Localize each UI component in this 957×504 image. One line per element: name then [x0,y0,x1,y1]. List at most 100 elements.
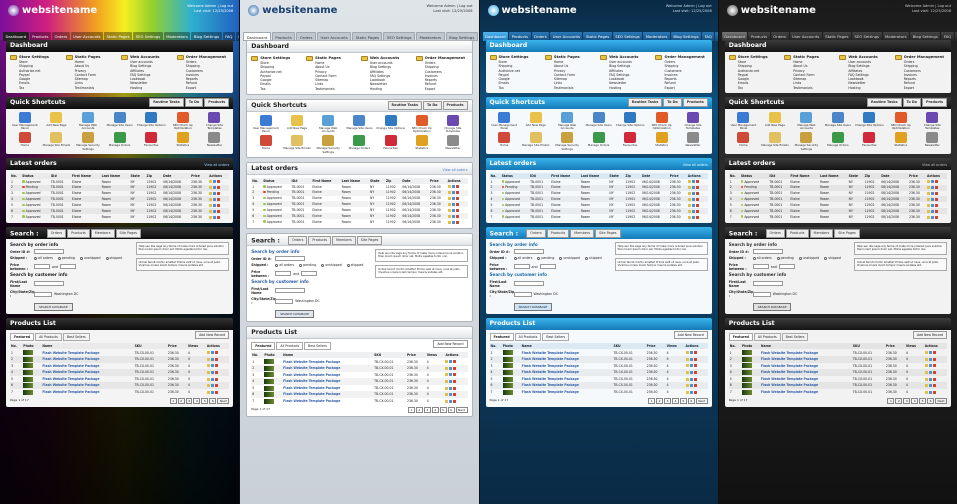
shipped-radio[interactable]: shipped [585,256,602,260]
product-name[interactable]: Flash Website Template Package [41,389,133,396]
edit-icon[interactable] [210,377,214,381]
order-row[interactable]: 7 Approved TB-0001 Elaine Rosen NY 11902 06/14/… [251,219,467,225]
search-tab[interactable]: Members [90,229,115,239]
price-max-input[interactable] [539,264,556,270]
edit-icon[interactable] [210,370,214,374]
search-tab[interactable]: Orders [288,236,308,246]
products-tab[interactable]: Best Sellers [62,332,90,342]
delete-icon[interactable] [693,390,697,394]
edit-icon[interactable] [213,203,217,207]
shortcut-item[interactable]: Favourites [615,132,644,150]
product-name[interactable]: Flash Website Template Package [282,398,373,405]
product-name[interactable]: Flash Website Template Package [760,389,852,396]
dashboard-column-title[interactable]: Store Settings [499,55,529,59]
product-name[interactable]: Flash Website Template Package [521,376,613,383]
page-link[interactable]: 2 [656,397,664,404]
edit-icon[interactable] [928,384,932,388]
shortcut-item[interactable]: Change Site Templates [918,112,947,130]
product-thumbnail[interactable] [264,385,275,391]
edit-icon[interactable] [213,215,217,219]
view-icon[interactable] [687,215,691,219]
product-row[interactable]: 3 Flash Website Template Package TB-CX-0… [251,372,467,379]
delete-icon[interactable] [932,384,936,388]
dashboard-column-title[interactable]: Static Pages [315,56,341,60]
order-row[interactable]: 7 Approved TB-0001 Elaine Rosen NY 11902 06/14/… [10,214,229,220]
shortcut-item[interactable]: Add New Page [760,112,789,130]
product-thumbnail[interactable] [23,350,34,356]
edit-icon[interactable] [930,197,934,201]
view-icon[interactable] [687,180,691,184]
delete-icon[interactable] [932,364,936,368]
product-thumbnail[interactable] [741,389,752,395]
edit-icon[interactable] [451,214,455,218]
view-icon[interactable] [445,379,449,383]
dashboard-link[interactable]: Hosting [130,86,174,90]
products-tab[interactable]: Featured [10,332,35,342]
delete-icon[interactable] [455,202,459,206]
search-tab[interactable]: Members [570,229,595,239]
shortcut-item[interactable]: Manage Site Emails [42,132,72,150]
shortcut-item[interactable]: Change Site Options [136,112,166,130]
page-link[interactable]: 6 [927,397,934,404]
search-tab[interactable]: Products [67,229,90,239]
edit-icon[interactable] [451,220,455,224]
view-icon[interactable] [685,370,689,374]
search-database-button[interactable]: SEARCH DATABASE [513,302,553,311]
edit-icon[interactable] [210,390,214,394]
shortcut-item[interactable]: Statistics [168,132,198,150]
shipped-radio[interactable]: all orders [752,256,772,260]
page-link[interactable]: 1 [169,397,177,404]
delete-icon[interactable] [934,209,938,213]
shortcut-item[interactable]: Manage Security Settings [73,132,103,150]
delete-icon[interactable] [217,197,221,201]
shortcut-item[interactable]: Manage Web Accounts [552,112,581,130]
edit-icon[interactable] [210,384,214,388]
dashboard-column-title[interactable]: Static Pages [554,55,580,59]
delete-icon[interactable] [214,390,218,394]
logo[interactable]: websitename [8,5,97,16]
page-link[interactable]: Next [455,406,468,413]
dashboard-column-title[interactable]: Order Management [664,55,704,59]
product-name[interactable]: Flash Website Template Package [282,372,373,379]
shortcut-item[interactable]: Change Site Options [376,115,405,133]
shortcut-item[interactable]: Statistics [407,135,436,153]
product-row[interactable]: 6 Flash Website Template Package TB-CX-0… [489,382,708,389]
dashboard-link[interactable]: Export [904,86,947,90]
product-row[interactable]: 2 Flash Website Template Package TB-CX-0… [10,355,230,363]
shortcut-item[interactable]: SEO Check Up Optimization [407,115,436,133]
delete-icon[interactable] [217,180,221,184]
product-thumbnail[interactable] [741,356,752,362]
logo[interactable]: websitename [248,5,337,16]
page-link[interactable]: 3 [185,397,193,404]
shortcut-item[interactable]: Add New Page [42,112,72,130]
edit-icon[interactable] [451,202,455,206]
shortcut-item[interactable]: Change Site Templates [438,115,467,133]
delete-icon[interactable] [695,215,699,219]
product-name[interactable]: Flash Website Template Package [282,385,373,392]
page-link[interactable]: 2 [177,397,185,404]
view-icon[interactable] [924,357,928,361]
product-name[interactable]: Flash Website Template Package [759,369,852,376]
shortcut-item[interactable]: Change Site Templates [678,112,707,130]
page-link[interactable]: 3 [903,397,911,404]
edit-icon[interactable] [213,192,217,195]
shortcuts-tab[interactable]: Routine Tasks [387,101,422,111]
product-row[interactable]: 3 Flash Website Template Package TB-CX-0… [729,363,947,370]
delete-icon[interactable] [455,197,459,200]
view-icon[interactable] [687,203,691,207]
dashboard-link[interactable]: Tax [19,86,63,90]
product-name[interactable]: Flash Website Template Package [520,382,613,389]
search-tab[interactable]: Members [332,236,356,246]
product-row[interactable]: 6 Flash Website Template Package TB-CX-0… [10,382,230,389]
order-id-input[interactable] [275,256,306,262]
product-row[interactable]: 5 Flash Website Template Package TB-CX-0… [251,385,467,392]
price-max-input[interactable] [301,271,318,277]
delete-icon[interactable] [934,186,938,190]
shortcut-item[interactable]: SEO Check Up Optimization [886,112,915,130]
edit-icon[interactable] [691,186,695,190]
page-link[interactable]: 4 [431,406,439,413]
edit-icon[interactable] [689,351,693,355]
view-icon[interactable] [445,373,449,377]
shortcuts-tab[interactable]: To Do [184,98,204,108]
products-tab[interactable]: Best Sellers [304,341,331,351]
